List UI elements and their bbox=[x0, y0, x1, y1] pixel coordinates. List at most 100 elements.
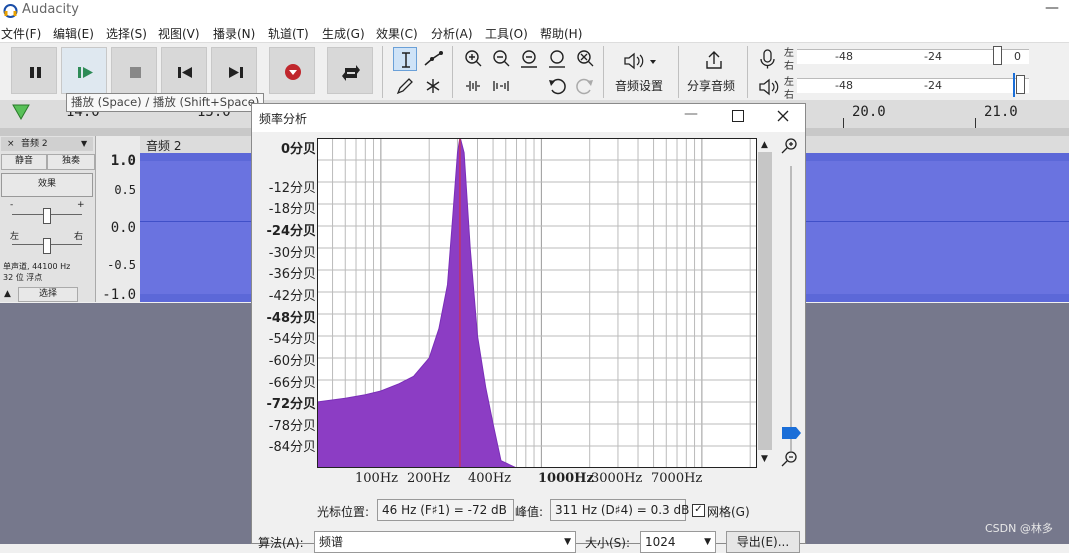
undo-icon bbox=[549, 78, 566, 95]
watermark: CSDN @林多 bbox=[985, 522, 1053, 535]
peak-label: 峰值: bbox=[515, 505, 544, 519]
skip-end-button[interactable] bbox=[211, 47, 257, 94]
zoom-out-icon[interactable] bbox=[779, 449, 801, 469]
chevron-down-icon: ▼ bbox=[564, 537, 571, 547]
menu-tracks[interactable]: 轨道(T) bbox=[268, 25, 309, 42]
silence-button[interactable] bbox=[489, 74, 513, 98]
track-menu-dropdown-icon: ▼ bbox=[81, 139, 88, 148]
menu-record[interactable]: 播录(N) bbox=[213, 25, 255, 42]
y-axis-labels: 0分贝 -12分贝 -18分贝 -24分贝 -30分贝 -36分贝 -42分贝 … bbox=[252, 132, 317, 472]
fit-selection-icon bbox=[521, 50, 537, 68]
menu-effect[interactable]: 效果(C) bbox=[376, 25, 418, 42]
menu-generate[interactable]: 生成(G) bbox=[322, 25, 365, 42]
minimize-button[interactable]: — bbox=[1037, 0, 1067, 22]
play-button[interactable] bbox=[61, 47, 107, 94]
share-audio-button[interactable]: 分享音频 bbox=[684, 47, 740, 95]
trim-button[interactable] bbox=[461, 74, 485, 98]
amplitude-scale[interactable]: 1.0 0.5 0.0 -0.5 -1.0 bbox=[96, 136, 140, 303]
skip-start-button[interactable] bbox=[161, 47, 207, 94]
scrollbar-thumb[interactable] bbox=[758, 152, 772, 450]
clip-name: 音频 2 bbox=[146, 139, 182, 153]
menu-tools[interactable]: 工具(O) bbox=[485, 25, 528, 42]
y-tick-label: -30分贝 bbox=[268, 246, 316, 261]
pan-right-label: 右 bbox=[74, 232, 84, 242]
mute-button[interactable]: 静音 bbox=[1, 154, 47, 170]
fit-project-button[interactable] bbox=[545, 47, 569, 71]
menu-select[interactable]: 选择(S) bbox=[106, 25, 147, 42]
undo-button[interactable] bbox=[545, 74, 569, 98]
scale-label: 0.0 bbox=[110, 220, 136, 236]
x-tick-label: 100Hz bbox=[355, 471, 398, 486]
x-tick-label: 1000Hz bbox=[538, 471, 594, 486]
fit-selection-button[interactable] bbox=[517, 47, 541, 71]
dialog-title: 频率分析 bbox=[259, 112, 308, 126]
zoom-slider-track bbox=[790, 166, 792, 451]
zoom-out-button[interactable] bbox=[489, 47, 513, 71]
menu-analyze[interactable]: 分析(A) bbox=[431, 25, 473, 42]
speaker-icon[interactable] bbox=[757, 76, 779, 98]
i-beam-icon bbox=[402, 52, 410, 68]
cursor-label: 光标位置: bbox=[317, 505, 370, 519]
size-select[interactable]: 1024 ▼ bbox=[640, 531, 716, 553]
pan-slider[interactable] bbox=[43, 238, 51, 254]
microphone-icon[interactable] bbox=[757, 48, 779, 70]
menu-help[interactable]: 帮助(H) bbox=[540, 25, 582, 42]
scroll-up-icon[interactable]: ▲ bbox=[761, 140, 768, 150]
menu-file[interactable]: 文件(F) bbox=[1, 25, 41, 42]
draw-tool-button[interactable] bbox=[393, 74, 417, 98]
y-tick-label: -54分贝 bbox=[268, 332, 316, 347]
pause-button[interactable] bbox=[11, 47, 57, 94]
playback-meter-tick-24: -24 bbox=[924, 79, 942, 92]
y-tick-label: -12分贝 bbox=[268, 181, 316, 196]
ruler-label: 20.0 bbox=[852, 104, 886, 120]
playback-volume-slider[interactable] bbox=[1016, 75, 1025, 94]
x-tick-label: 400Hz bbox=[468, 471, 511, 486]
menu-view[interactable]: 视图(V) bbox=[158, 25, 200, 42]
export-button[interactable]: 导出(E)... bbox=[726, 531, 800, 553]
gain-slider[interactable] bbox=[43, 208, 51, 224]
audio-setup-button[interactable]: 音频设置 bbox=[612, 47, 670, 95]
multi-tool-button[interactable] bbox=[421, 74, 445, 98]
spectrum-plot[interactable] bbox=[317, 138, 757, 468]
y-tick-label: -60分贝 bbox=[268, 354, 316, 369]
redo-button[interactable] bbox=[573, 74, 597, 98]
zoom-slider-thumb[interactable] bbox=[782, 426, 802, 440]
record-button[interactable] bbox=[269, 47, 315, 94]
algorithm-label: 算法(A): bbox=[258, 536, 304, 550]
play-head-triangle-icon[interactable] bbox=[12, 104, 30, 120]
playback-meter[interactable] bbox=[797, 78, 1029, 93]
algorithm-select[interactable]: 频谱 ▼ bbox=[314, 531, 576, 553]
stop-button[interactable] bbox=[111, 47, 157, 94]
zoom-toggle-button[interactable] bbox=[573, 47, 597, 71]
y-tick-label: -24分贝 bbox=[266, 224, 317, 239]
fit-project-icon bbox=[549, 50, 565, 68]
loop-button[interactable] bbox=[327, 47, 373, 94]
algorithm-value: 频谱 bbox=[319, 535, 344, 549]
y-tick-label: -42分贝 bbox=[268, 289, 316, 304]
dialog-close-button[interactable] bbox=[777, 110, 789, 122]
collapse-track-icon[interactable]: ▲ bbox=[4, 289, 11, 299]
track-menu-button[interactable]: × 音频 2 ▼ bbox=[1, 137, 93, 151]
scale-label: 0.5 bbox=[114, 183, 136, 197]
solo-button[interactable]: 独奏 bbox=[47, 154, 95, 170]
effects-button[interactable]: 效果 bbox=[1, 173, 93, 197]
track-close-icon[interactable]: × bbox=[7, 137, 15, 151]
menu-edit[interactable]: 编辑(E) bbox=[53, 25, 94, 42]
dialog-minimize-button[interactable]: — bbox=[684, 106, 698, 122]
scroll-down-icon[interactable]: ▼ bbox=[761, 454, 768, 464]
vertical-scrollbar[interactable]: ▲ ▼ bbox=[757, 138, 773, 468]
y-tick-label: -18分贝 bbox=[268, 202, 316, 217]
x-tick-label: 200Hz bbox=[407, 471, 450, 486]
share-audio-label: 分享音频 bbox=[687, 79, 736, 93]
grid-checkbox[interactable]: ✓ bbox=[692, 504, 705, 517]
y-tick-label: -36分贝 bbox=[268, 267, 316, 282]
zoom-in-button[interactable] bbox=[461, 47, 485, 71]
zoom-in-icon[interactable] bbox=[779, 136, 801, 156]
pencil-icon bbox=[396, 78, 413, 95]
dialog-maximize-button[interactable] bbox=[732, 110, 744, 122]
selection-tool-button[interactable] bbox=[393, 47, 417, 71]
window-title: Audacity bbox=[22, 2, 79, 17]
envelope-tool-button[interactable] bbox=[421, 47, 445, 71]
select-track-button[interactable]: 选择 bbox=[18, 287, 78, 302]
record-volume-slider[interactable] bbox=[993, 46, 1002, 65]
